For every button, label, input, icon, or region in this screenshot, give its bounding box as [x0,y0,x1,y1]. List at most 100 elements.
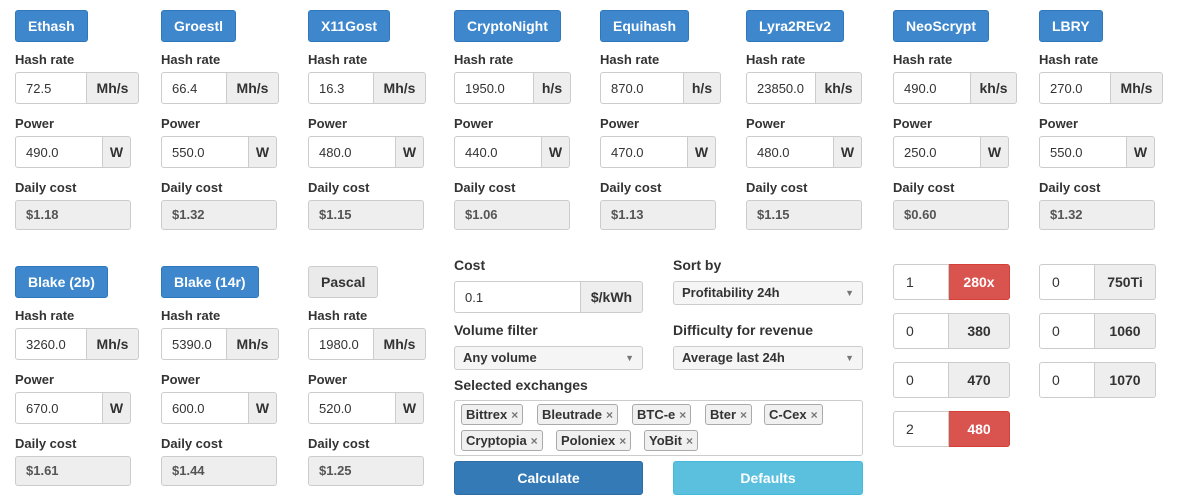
gpu-count-input[interactable]: 0 [1039,264,1095,300]
gpu-count-input[interactable]: 2 [893,411,949,447]
close-icon[interactable]: × [679,408,686,422]
daily-cost-value: $1.32 [161,200,277,230]
hash-rate-label: Hash rate [161,52,221,67]
chevron-down-icon: ▼ [845,288,854,298]
close-icon[interactable]: × [511,408,518,422]
algo-block: X11Gost Hash rate Mh/s Power W Daily cos… [308,10,454,230]
hash-rate-input[interactable] [893,72,971,104]
exchange-tag: Cryptopia × [461,430,543,451]
hash-unit: Mh/s [227,72,279,104]
exchange-tag: Bittrex × [461,404,524,425]
exchange-tag-label: Bter [710,407,737,422]
daily-cost-label: Daily cost [600,180,662,195]
gpu-model-label: 750Ti [1095,264,1156,300]
power-unit: W [103,392,131,424]
algo-toggle-button[interactable]: NeoScrypt [893,10,990,42]
algo-toggle-button[interactable]: Groestl [161,10,237,42]
power-label: Power [1039,116,1079,131]
hash-rate-input[interactable] [161,72,227,104]
algo-toggle-button[interactable]: Pascal [308,266,379,298]
hash-rate-input[interactable] [15,328,87,360]
close-icon[interactable]: × [606,408,613,422]
hash-rate-input-group: kh/s [746,72,862,104]
cost-input[interactable] [454,281,581,313]
power-input-group: W [161,136,277,168]
hash-rate-label: Hash rate [308,52,368,67]
gpu-selector: 2 480 [893,411,1010,447]
power-input-group: W [893,136,1009,168]
gpu-count-input[interactable]: 0 [1039,362,1095,398]
close-icon[interactable]: × [811,408,818,422]
power-input-group: W [161,392,277,424]
hash-rate-input[interactable] [746,72,816,104]
algo-toggle-button[interactable]: LBRY [1039,10,1103,42]
daily-cost-label: Daily cost [308,436,370,451]
hash-rate-input[interactable] [1039,72,1111,104]
power-input-group: W [1039,136,1155,168]
gpu-count-input[interactable]: 0 [893,362,949,398]
exchanges-label: Selected exchanges [454,377,588,393]
power-input-group: W [308,392,424,424]
daily-cost-value: $1.61 [15,456,131,486]
power-input[interactable] [1039,136,1127,168]
algo-block: LBRY Hash rate Mh/s Power W Daily cost $… [1039,10,1185,230]
daily-cost-label: Daily cost [308,180,370,195]
exchange-tag: Bleutrade × [537,404,618,425]
exchange-tag-label: C-Cex [769,407,807,422]
hash-rate-label: Hash rate [308,308,368,323]
hash-rate-input[interactable] [161,328,227,360]
algo-toggle-button[interactable]: Blake (2b) [15,266,108,298]
exchanges-multiselect[interactable]: Bittrex × Bleutrade × BTC-e × Bter × C-Cex × Crypt… [454,400,863,456]
power-input-group: W [15,136,131,168]
power-input-group: W [600,136,716,168]
power-unit: W [834,136,862,168]
hash-rate-input[interactable] [600,72,684,104]
power-input[interactable] [746,136,834,168]
algo-toggle-button[interactable]: Equihash [600,10,690,42]
difficulty-select[interactable]: Average last 24h ▼ [673,346,863,370]
hash-unit: Mh/s [1111,72,1163,104]
algo-toggle-button[interactable]: CryptoNight [454,10,561,42]
gpu-count-input[interactable]: 1 [893,264,949,300]
power-input[interactable] [600,136,688,168]
power-input[interactable] [15,392,103,424]
calculate-button[interactable]: Calculate [454,461,643,495]
hash-rate-input[interactable] [308,328,374,360]
algo-block: Lyra2REv2 Hash rate kh/s Power W Daily c… [746,10,892,230]
power-input[interactable] [161,392,249,424]
close-icon[interactable]: × [531,434,538,448]
sort-by-select[interactable]: Profitability 24h ▼ [673,281,863,305]
close-icon[interactable]: × [686,434,693,448]
daily-cost-label: Daily cost [15,180,77,195]
close-icon[interactable]: × [740,408,747,422]
power-input[interactable] [161,136,249,168]
power-input[interactable] [308,392,396,424]
cost-unit: $/kWh [581,281,643,313]
power-unit: W [1127,136,1155,168]
algo-toggle-button[interactable]: Ethash [15,10,88,42]
exchange-tag: C-Cex × [764,404,823,425]
power-input[interactable] [308,136,396,168]
gpu-count-input[interactable]: 0 [1039,313,1095,349]
close-icon[interactable]: × [619,434,626,448]
power-input[interactable] [15,136,103,168]
gpu-count-input[interactable]: 0 [893,313,949,349]
algo-toggle-button[interactable]: X11Gost [308,10,391,42]
hash-rate-input[interactable] [454,72,534,104]
algo-toggle-button[interactable]: Blake (14r) [161,266,259,298]
algo-toggle-button[interactable]: Lyra2REv2 [746,10,844,42]
cost-input-group: $/kWh [454,281,643,313]
defaults-button[interactable]: Defaults [673,461,863,495]
hash-rate-input-group: h/s [600,72,721,104]
algo-block: Ethash Hash rate Mh/s Power W Daily cost… [15,10,161,230]
volume-filter-label: Volume filter [454,322,538,338]
power-input[interactable] [454,136,542,168]
hash-rate-input[interactable] [15,72,87,104]
power-input[interactable] [893,136,981,168]
hash-rate-input-group: Mh/s [1039,72,1163,104]
daily-cost-label: Daily cost [161,436,223,451]
hash-unit: Mh/s [227,328,279,360]
volume-filter-select[interactable]: Any volume ▼ [454,346,643,370]
hash-rate-label: Hash rate [15,52,75,67]
hash-rate-input[interactable] [308,72,374,104]
